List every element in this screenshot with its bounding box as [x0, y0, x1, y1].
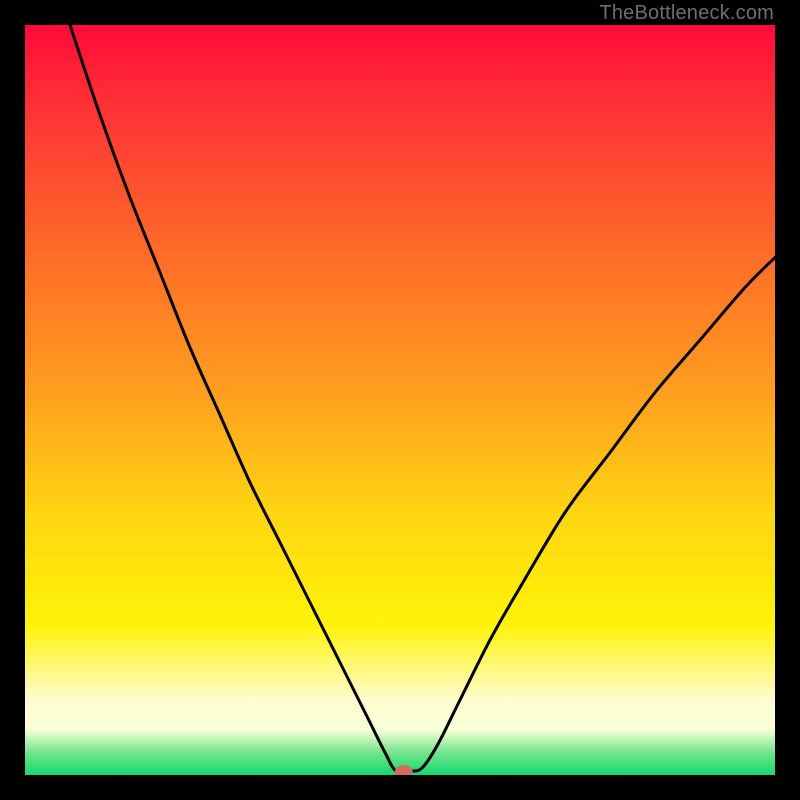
optimum-marker [395, 765, 413, 775]
plot-area [25, 25, 775, 775]
curve-path [70, 25, 775, 773]
bottleneck-curve [25, 25, 775, 775]
watermark-text: TheBottleneck.com [599, 2, 774, 25]
chart-frame: TheBottleneck.com [0, 0, 800, 800]
